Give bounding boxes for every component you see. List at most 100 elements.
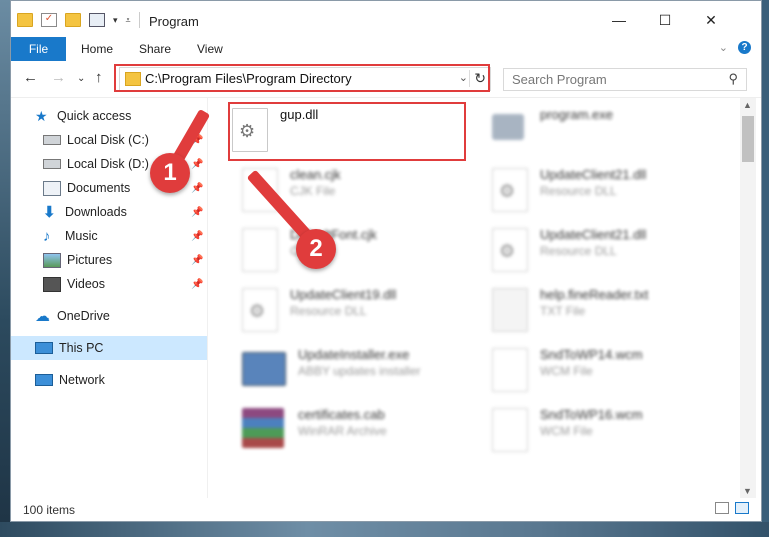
sidebar-item-this-pc[interactable]: This PC xyxy=(11,336,207,360)
drive-icon xyxy=(43,159,61,169)
new-folder-icon[interactable] xyxy=(65,13,81,27)
sidebar-item-onedrive[interactable]: ☁ OneDrive xyxy=(11,304,231,328)
separator xyxy=(138,12,140,28)
file-item-sndtowp14-wcm[interactable]: SndToWP14.wcm WCM File xyxy=(492,344,732,400)
file-name: SndToWP16.wcm xyxy=(540,407,643,422)
file-name: program.exe xyxy=(540,107,613,122)
ribbon-tabs: File Home Share View ⌄ ? xyxy=(11,37,761,61)
customize-dropdown-icon[interactable]: ⩡ xyxy=(126,15,131,26)
pin-icon[interactable]: 📌 xyxy=(191,255,203,266)
pin-icon[interactable]: 📌 xyxy=(191,279,203,290)
file-name: help.fineReader.txt xyxy=(540,287,649,302)
search-placeholder: Search Program xyxy=(512,72,607,87)
document-icon xyxy=(492,348,528,392)
music-note-icon: ♪ xyxy=(43,227,51,245)
sidebar-item-label: Network xyxy=(59,373,105,387)
ribbon-controls: ⌄ ? xyxy=(719,41,751,54)
tab-file[interactable]: File xyxy=(11,37,66,61)
computer-icon xyxy=(35,342,53,354)
star-icon: ★ xyxy=(35,107,48,124)
tab-home[interactable]: Home xyxy=(81,37,113,61)
sidebar-item-local-disk-d[interactable]: Local Disk (D:) 📌 xyxy=(11,152,239,176)
sidebar-item-label: OneDrive xyxy=(57,309,110,323)
picture-icon xyxy=(43,252,61,268)
quick-access-toolbar: ✓ ▾ ⩡ xyxy=(17,12,140,28)
large-icons-view-icon[interactable] xyxy=(735,502,749,514)
maximize-button[interactable]: ☐ xyxy=(642,7,688,33)
download-arrow-icon: ⬇ xyxy=(43,203,56,221)
search-icon[interactable]: ⚲ xyxy=(728,71,738,87)
sidebar-item-label: Local Disk (D:) xyxy=(67,157,149,171)
winrar-archive-icon xyxy=(242,408,284,448)
desktop-background-bottom xyxy=(0,522,769,537)
file-name: certificates.cab xyxy=(298,407,385,422)
chevron-down-icon[interactable]: ▾ xyxy=(113,15,118,26)
help-icon[interactable]: ? xyxy=(738,41,751,54)
sidebar-item-network[interactable]: Network xyxy=(11,368,231,392)
installer-icon xyxy=(242,352,286,386)
file-item-program-exe[interactable]: program.exe xyxy=(492,104,732,160)
vertical-scrollbar[interactable]: ▲ ▼ xyxy=(740,98,756,498)
properties-check-icon[interactable]: ✓ xyxy=(41,13,57,27)
file-item-certificates-cab[interactable]: certificates.cab WinRAR Archive xyxy=(242,404,482,460)
tab-view[interactable]: View xyxy=(197,37,223,61)
file-type: CJK File xyxy=(290,184,336,198)
gear-icon: ⚙ xyxy=(499,241,516,261)
sidebar-item-videos[interactable]: Videos 📌 xyxy=(11,272,239,296)
gear-icon: ⚙ xyxy=(249,301,266,321)
sidebar-item-label: Quick access xyxy=(57,109,132,123)
document-icon xyxy=(492,408,528,452)
address-bar-highlight xyxy=(114,64,490,92)
tab-share[interactable]: Share xyxy=(139,37,171,61)
expand-ribbon-icon[interactable]: ⌄ xyxy=(719,41,728,54)
file-name: UpdateClient19.dll xyxy=(290,287,397,302)
file-highlight xyxy=(228,102,466,161)
pin-icon[interactable]: 📌 xyxy=(191,207,203,218)
file-item-updateclient21-dll[interactable]: ⚙ UpdateClient21.dll Resource DLL xyxy=(492,164,732,220)
file-item-sndtowp16-wcm[interactable]: SndToWP16.wcm WCM File xyxy=(492,404,732,460)
file-type: Resource DLL xyxy=(540,184,617,198)
pin-icon[interactable]: 📌 xyxy=(191,183,203,194)
pin-icon[interactable]: 📌 xyxy=(191,231,203,242)
pin-icon[interactable]: 📌 xyxy=(191,159,203,170)
file-item-help-txt[interactable]: help.fineReader.txt TXT File xyxy=(492,284,732,340)
sidebar-item-label: Music xyxy=(65,229,98,243)
title-bar: ✓ ▾ ⩡ Program — ☐ ✕ xyxy=(11,1,761,37)
step-badge-2: 2 xyxy=(296,229,336,269)
customize-icon[interactable] xyxy=(89,13,105,27)
file-name: UpdateClient21.dll xyxy=(540,227,647,242)
file-type: Resource DLL xyxy=(540,244,617,258)
back-button[interactable]: ← xyxy=(23,69,38,86)
network-icon xyxy=(35,374,53,386)
scroll-up-icon[interactable]: ▲ xyxy=(743,100,752,110)
recent-locations-icon[interactable]: ⌄ xyxy=(77,73,85,84)
minimize-button[interactable]: — xyxy=(596,7,642,33)
file-item-defaultfont-cjk[interactable]: DefaultFont.cjk CJK File xyxy=(242,224,482,280)
dll-file-icon: ⚙ xyxy=(492,168,528,212)
folder-icon[interactable] xyxy=(17,13,33,27)
forward-button[interactable]: → xyxy=(51,69,66,86)
search-input[interactable]: Search Program ⚲ xyxy=(503,68,747,91)
sidebar-item-music[interactable]: ♪ Music 📌 xyxy=(11,224,239,248)
file-item-updateinstaller-exe[interactable]: UpdateInstaller.exe ABBY updates install… xyxy=(242,344,482,400)
file-type: WCM File xyxy=(540,364,593,378)
sidebar-item-label: Videos xyxy=(67,277,105,291)
sidebar-item-label: This PC xyxy=(59,341,104,355)
details-view-icon[interactable] xyxy=(715,502,729,514)
file-item-updateclient19-dll[interactable]: ⚙ UpdateClient19.dll Resource DLL xyxy=(242,284,482,340)
sidebar-item-local-disk-c[interactable]: Local Disk (C:) 📌 xyxy=(11,128,239,152)
text-file-icon xyxy=(492,288,528,332)
sidebar-item-label: Documents xyxy=(67,181,131,195)
sidebar-item-documents[interactable]: Documents 📌 xyxy=(11,176,239,200)
drive-icon xyxy=(43,135,61,145)
close-button[interactable]: ✕ xyxy=(688,7,734,33)
file-item-updateclient21-dll[interactable]: ⚙ UpdateClient21.dll Resource DLL xyxy=(492,224,732,280)
file-name: clean.cjk xyxy=(290,167,341,182)
file-name: UpdateInstaller.exe xyxy=(298,347,410,362)
file-type: TXT File xyxy=(540,304,586,318)
up-button[interactable]: ↑ xyxy=(95,69,103,86)
sidebar-item-downloads[interactable]: ⬇ Downloads 📌 xyxy=(11,200,239,224)
scroll-down-icon[interactable]: ▼ xyxy=(743,486,752,496)
sidebar-item-pictures[interactable]: Pictures 📌 xyxy=(11,248,239,272)
scrollbar-thumb[interactable] xyxy=(742,116,754,162)
